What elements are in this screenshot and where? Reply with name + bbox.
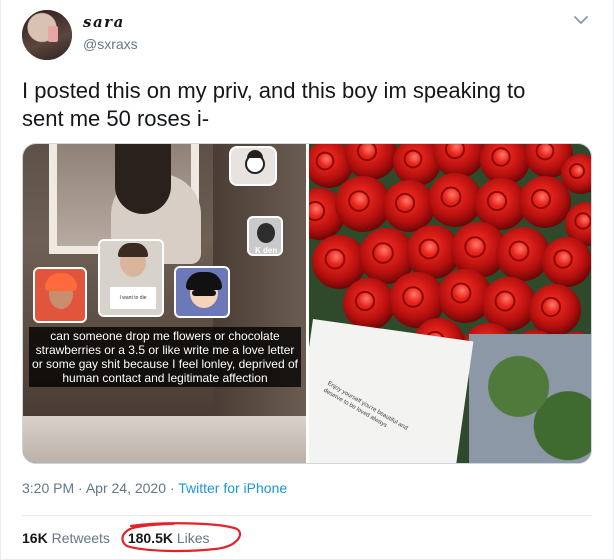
- rose: [542, 237, 591, 287]
- sticker-label: K den: [255, 246, 278, 255]
- avatar[interactable]: [22, 10, 72, 60]
- retweets-label: Retweets: [51, 530, 110, 546]
- person-hair: [115, 144, 171, 214]
- retweets-stat[interactable]: 16K Retweets: [22, 530, 110, 546]
- divider: [22, 515, 592, 516]
- retweets-count: 16K: [22, 530, 48, 546]
- display-name[interactable]: sara: [83, 13, 125, 31]
- media-image-left[interactable]: K den I want to die can someone drop me …: [23, 144, 306, 463]
- rose: [482, 277, 536, 331]
- sticker-dog: K den: [247, 216, 283, 256]
- tweet-timestamp-line: 3:20 PM · Apr 24, 2020 · Twitter for iPh…: [22, 480, 287, 496]
- media-image-right[interactable]: Enjoy yourself you're beautiful and dese…: [309, 144, 591, 463]
- annotation-circle: [121, 522, 242, 553]
- sticker-woman: [33, 267, 87, 323]
- user-handle[interactable]: @sxraxs: [83, 36, 138, 52]
- media-caption: can someone drop me flowers or chocolate…: [29, 327, 301, 387]
- media-gallery[interactable]: K den I want to die can someone drop me …: [22, 143, 592, 464]
- rose: [519, 176, 571, 228]
- separator: ·: [78, 480, 83, 496]
- rose: [428, 173, 482, 227]
- tweet-card: sara @sxraxs I posted this on my priv, a…: [0, 0, 614, 560]
- rose: [383, 180, 435, 232]
- leaves: [469, 334, 591, 463]
- tweet-time[interactable]: 3:20 PM: [22, 480, 74, 496]
- sticker-cartoon-girl: [174, 266, 230, 318]
- counter: [23, 416, 306, 463]
- rose: [343, 278, 395, 330]
- tweet-text: I posted this on my priv, and this boy i…: [22, 78, 526, 131]
- chevron-down-icon[interactable]: [572, 13, 590, 27]
- separator: ·: [169, 480, 175, 496]
- card-text: Enjoy yourself you're beautiful and dese…: [322, 380, 409, 432]
- sticker-boy-sign: I want to die: [98, 239, 164, 317]
- sign: I want to die: [110, 287, 156, 309]
- tweet-source-link[interactable]: Twitter for iPhone: [178, 480, 287, 496]
- sticker-cartoon: [229, 146, 277, 186]
- tweet-date[interactable]: Apr 24, 2020: [86, 480, 166, 496]
- rose: [335, 176, 391, 232]
- rose: [496, 227, 550, 281]
- rose: [529, 284, 581, 336]
- gift-card: Enjoy yourself you're beautiful and dese…: [309, 319, 474, 463]
